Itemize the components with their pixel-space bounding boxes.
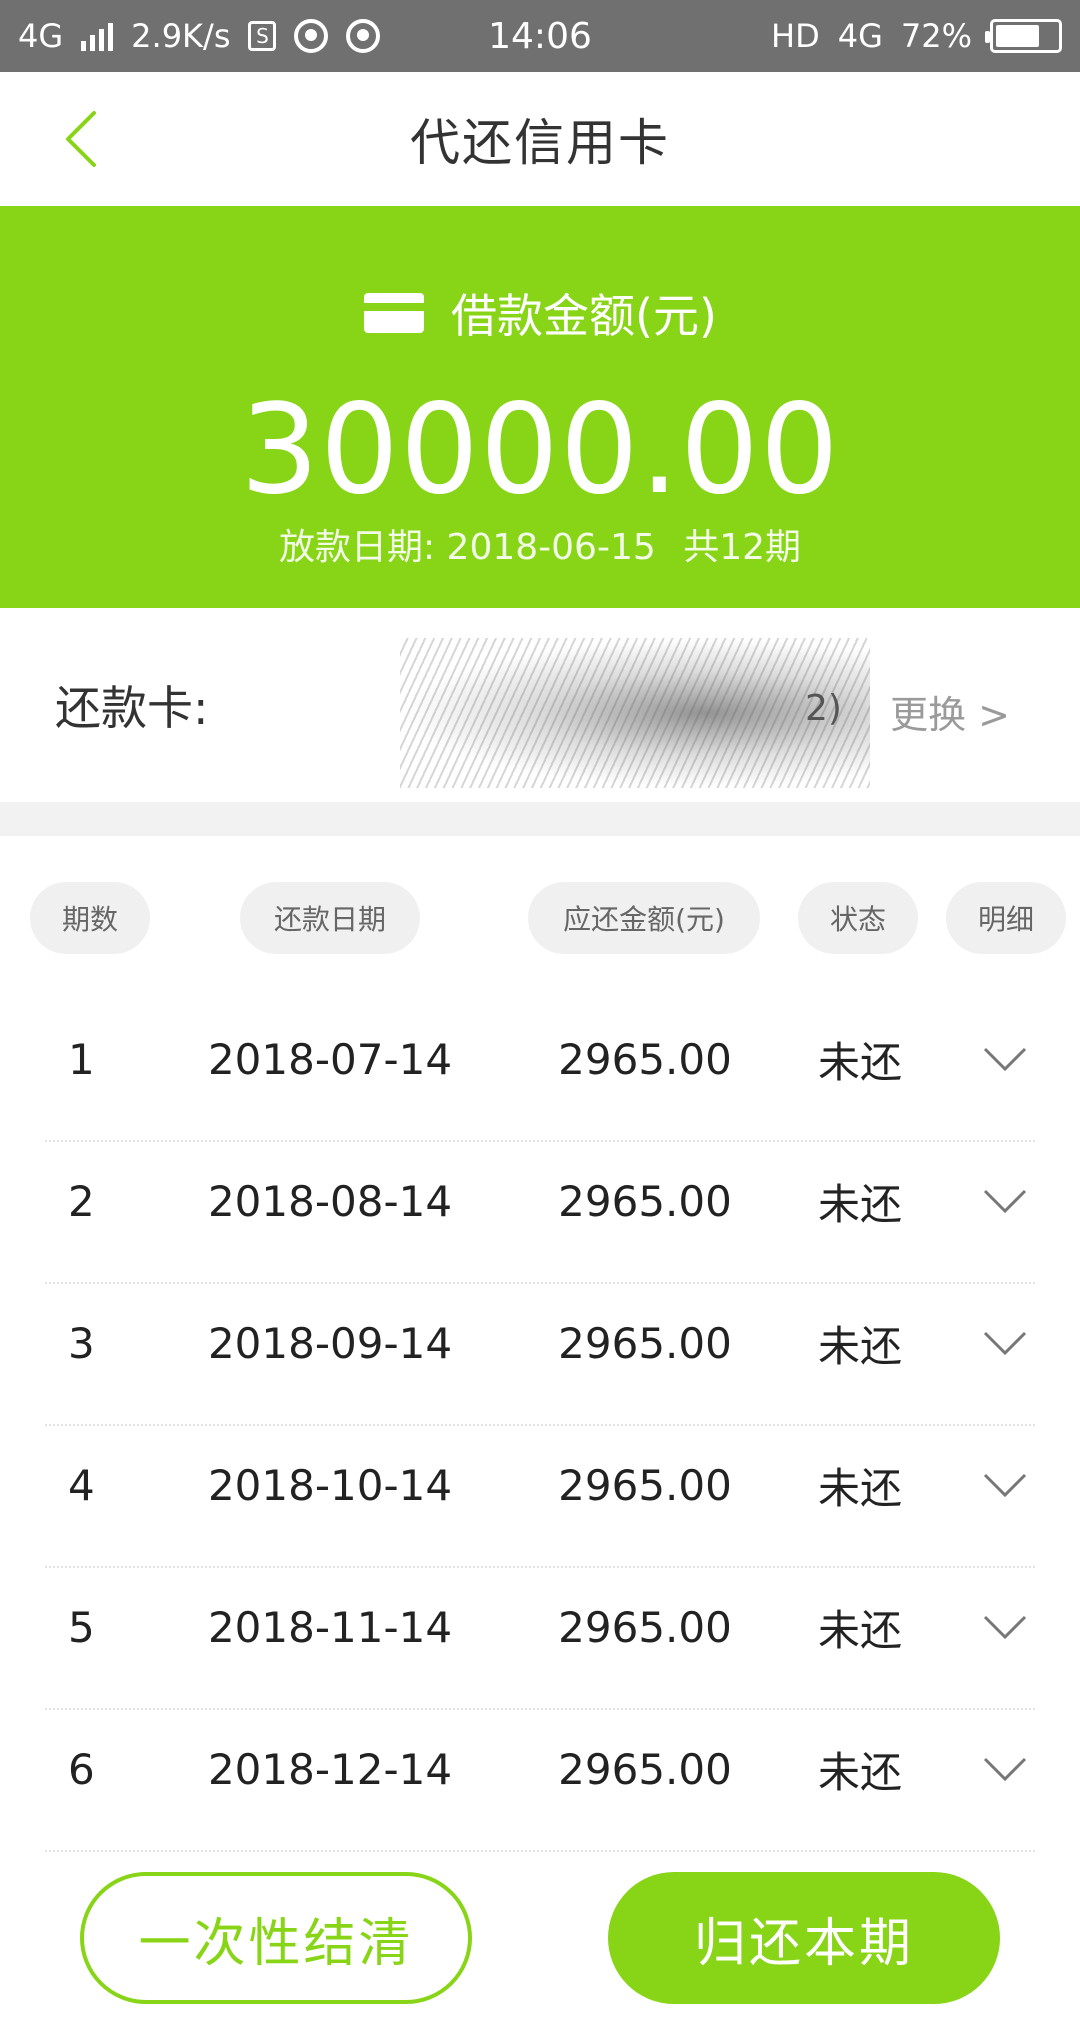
loan-summary-banner: 借款金额(元) 30000.00 放款日期: 2018-06-15 共12期 xyxy=(0,206,1080,608)
table-row[interactable]: 2 2018-08-14 2965.00 未还 xyxy=(0,1142,1080,1284)
loan-periods: 共12期 xyxy=(683,527,802,568)
row-date: 2018-11-14 xyxy=(207,1602,453,1652)
table-row[interactable]: 6 2018-12-14 2965.00 未还 xyxy=(0,1710,1080,1852)
row-status: 未还 xyxy=(817,1605,902,1655)
schedule-list: 1 2018-07-14 2965.00 未还 2 2018-08-14 296… xyxy=(0,1000,1080,1852)
card-suffix: 2) xyxy=(805,688,842,729)
row-amount: 2965.00 xyxy=(558,1034,732,1084)
row-date: 2018-12-14 xyxy=(207,1744,453,1794)
loan-amount-label-row: 借款金额(元) xyxy=(0,280,1080,346)
row-period: 2 xyxy=(68,1176,95,1226)
table-row[interactable]: 5 2018-11-14 2965.00 未还 xyxy=(0,1568,1080,1710)
repay-current-button[interactable]: 归还本期 xyxy=(608,1872,1000,2004)
settle-all-button[interactable]: 一次性结清 xyxy=(80,1872,472,2004)
chevron-down-icon xyxy=(983,1189,1027,1214)
chevron-down-icon xyxy=(983,1615,1027,1640)
section-divider xyxy=(0,802,1080,836)
change-card-link[interactable]: 更换 > xyxy=(890,684,1010,739)
status-left: 4G 2.9K/s S xyxy=(18,17,381,55)
expand-row-button[interactable] xyxy=(975,1568,1035,1686)
row-date: 2018-07-14 xyxy=(207,1034,453,1084)
row-date: 2018-08-14 xyxy=(207,1176,453,1226)
row-amount: 2965.00 xyxy=(558,1318,732,1368)
network-speed: 2.9K/s xyxy=(131,17,231,55)
loan-amount-label: 借款金额(元) xyxy=(451,289,717,343)
header-detail: 明细 xyxy=(946,882,1066,954)
battery-percent: 72% xyxy=(900,17,972,55)
row-amount: 2965.00 xyxy=(558,1460,732,1510)
chevron-down-icon xyxy=(983,1757,1027,1782)
header-status: 状态 xyxy=(798,882,918,954)
repay-card-label: 还款卡: xyxy=(55,681,209,735)
loan-amount-value: 30000.00 xyxy=(240,378,840,522)
row-amount: 2965.00 xyxy=(558,1744,732,1794)
app-notification-icon-2 xyxy=(346,19,381,53)
back-button[interactable] xyxy=(50,106,110,172)
battery-fill xyxy=(996,25,1040,47)
row-amount: 2965.00 xyxy=(558,1176,732,1226)
row-period: 3 xyxy=(68,1318,95,1368)
hd-label: HD xyxy=(771,17,820,55)
row-status: 未还 xyxy=(817,1321,902,1371)
table-row[interactable]: 4 2018-10-14 2965.00 未还 xyxy=(0,1426,1080,1568)
page-title: 代还信用卡 xyxy=(410,114,670,172)
expand-row-button[interactable] xyxy=(975,1142,1035,1260)
status-right: HD 4G 72% xyxy=(771,17,1062,55)
row-period: 4 xyxy=(68,1460,95,1510)
chevron-down-icon xyxy=(983,1473,1027,1498)
row-status: 未还 xyxy=(817,1747,902,1797)
row-period: 6 xyxy=(68,1744,95,1794)
expand-row-button[interactable] xyxy=(975,1710,1035,1828)
redacted-card-number xyxy=(400,638,870,788)
s-badge-icon: S xyxy=(248,21,277,51)
battery-icon xyxy=(985,19,1062,53)
row-status: 未还 xyxy=(817,1037,902,1087)
row-status: 未还 xyxy=(817,1179,902,1229)
repay-card-row: 还款卡: 2) 更换 > xyxy=(0,608,1080,802)
header-amount: 应还金额(元) xyxy=(528,882,760,954)
row-period: 1 xyxy=(68,1034,95,1084)
signal-icon xyxy=(81,21,114,51)
network-label-right: 4G xyxy=(837,17,883,55)
credit-card-icon xyxy=(364,293,425,333)
app-notification-icon xyxy=(294,19,329,53)
network-label: 4G xyxy=(18,17,64,55)
table-row[interactable]: 1 2018-07-14 2965.00 未还 xyxy=(0,1000,1080,1142)
expand-row-button[interactable] xyxy=(975,1426,1035,1544)
chevron-down-icon xyxy=(983,1331,1027,1356)
row-date: 2018-10-14 xyxy=(207,1460,453,1510)
nav-bar: 代还信用卡 xyxy=(0,72,1080,206)
status-time: 14:06 xyxy=(488,15,592,57)
header-date: 还款日期 xyxy=(240,882,420,954)
loan-info: 放款日期: 2018-06-15 共12期 xyxy=(0,518,1080,570)
expand-row-button[interactable] xyxy=(975,1284,1035,1402)
loan-date: 放款日期: 2018-06-15 xyxy=(278,527,656,568)
row-status: 未还 xyxy=(817,1463,902,1513)
row-period: 5 xyxy=(68,1602,95,1652)
header-period: 期数 xyxy=(30,882,150,954)
row-amount: 2965.00 xyxy=(558,1602,732,1652)
table-row[interactable]: 3 2018-09-14 2965.00 未还 xyxy=(0,1284,1080,1426)
expand-row-button[interactable] xyxy=(975,1000,1035,1118)
status-bar: 4G 2.9K/s S 14:06 HD 4G 72% xyxy=(0,0,1080,72)
chevron-down-icon xyxy=(983,1047,1027,1072)
chevron-left-icon xyxy=(66,111,96,167)
row-date: 2018-09-14 xyxy=(207,1318,453,1368)
schedule-table-header: 期数 还款日期 应还金额(元) 状态 明细 xyxy=(0,882,1080,954)
